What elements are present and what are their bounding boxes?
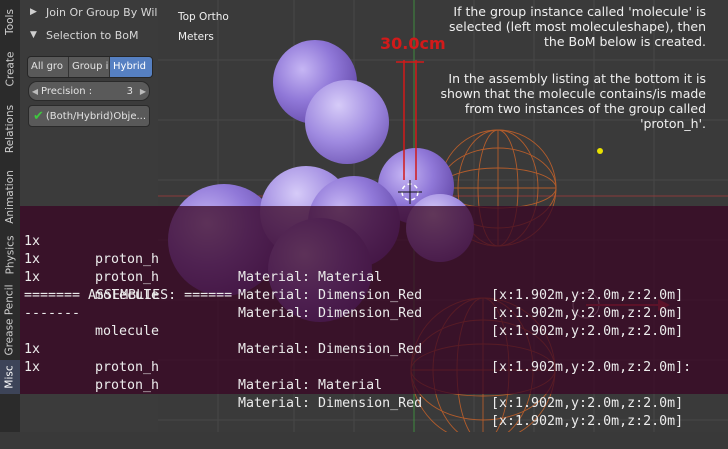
bom-row: 1x proton_h Material: Dimension_Red [x:1… (24, 233, 683, 321)
note-line: In the assembly listing at the bottom it… (448, 71, 706, 86)
bom-row: 1x proton_h Material: Material [x:1.902m… (24, 215, 683, 303)
tab-label: Create (4, 51, 17, 87)
bom-dims: [x:1.902m,y:2.0m,z:2.0m] (491, 396, 684, 411)
checkmark-icon: ✔ (33, 108, 44, 124)
note-line: 'proton_h'. (640, 116, 706, 131)
section-selection-bom[interactable]: ▼ Selection to BoM (20, 24, 158, 46)
collapse-arrow-icon: ▼ (30, 30, 37, 40)
bom-qty: 1x (24, 360, 41, 375)
bom-name: proton_h (95, 270, 160, 285)
bom-dims: [x:1.902m,y:2.0m,z:2.0m] (491, 306, 684, 321)
bom-dims: [x:1.902m,y:2.0m,z:2.0m] (491, 414, 684, 429)
tab-physics[interactable]: Physics (0, 230, 20, 280)
bom-dims: [x:1.902m,y:2.0m,z:2.0m] (491, 324, 684, 339)
mode-hybrid-button[interactable]: Hybrid (110, 57, 152, 77)
bom-separator: ------- (24, 287, 80, 321)
mode-all-groups-button[interactable]: All gro (28, 57, 69, 77)
bom-assemblies-header: ======= ASSEMBLIES: ====== (24, 269, 232, 303)
bom-dims: [x:1.902m,y:2.0m,z:2.0m]: (491, 360, 692, 375)
note-line: shown that the molecule contains/is made (440, 86, 706, 101)
tab-animation[interactable]: Animation (0, 164, 20, 230)
tab-relations[interactable]: Relations (0, 94, 20, 164)
section-join-group[interactable]: ▶ Join Or Group By Wil (20, 1, 158, 23)
bom-objects-label: (Both/Hybrid)Obje... (45, 110, 147, 122)
bom-row: 1x proton_h Material: Dimension_Red [x:1… (24, 341, 683, 429)
tab-grease-pencil[interactable]: Grease Pencil (0, 280, 20, 360)
lamp-icon[interactable] (597, 148, 603, 154)
dimension-label: 30.0cm (380, 34, 446, 53)
bom-mode-selector: All gro Group i Hybrid (27, 56, 153, 78)
bom-output-overlay: 1x proton_h Material: Material [x:1.902m… (20, 206, 728, 429)
bom-material: Material: Dimension_Red (238, 306, 423, 321)
bom-row: 1x proton_h Material: Material [x:1.902m… (24, 323, 683, 411)
bom-material: Material: Dimension_Red (238, 396, 423, 411)
note-line: from two instances of the group called (464, 101, 706, 116)
increment-arrow-icon[interactable]: ▶ (137, 87, 149, 96)
note-line: If the group instance called 'molecule' … (453, 4, 706, 19)
tab-misc[interactable]: Misc (0, 360, 20, 394)
note-line: the BoM below is created. (544, 34, 706, 49)
tab-create[interactable]: Create (0, 44, 20, 94)
tab-label: Physics (4, 235, 16, 275)
bom-material: Material: Dimension_Red (238, 288, 423, 303)
tab-label: Animation (4, 170, 16, 224)
decrement-arrow-icon[interactable]: ◀ (29, 87, 41, 96)
section-title: Selection to BoM (46, 28, 139, 42)
bom-name: proton_h (95, 252, 160, 267)
bom-row: 1x molecule Material: Dimension_Red [x:1… (24, 251, 683, 339)
section-title: Join Or Group By Wil (46, 5, 158, 19)
note-line: selected (left most moleculeshape), then (449, 19, 706, 34)
precision-field[interactable]: ◀ Precision : 3 ▶ (28, 81, 150, 101)
proton-sphere[interactable] (305, 80, 389, 164)
bom-objects-button[interactable]: ✔ (Both/Hybrid)Obje... (28, 105, 150, 127)
view-name-label: Top Ortho (178, 11, 229, 23)
tool-shelf-tabs: Tools Create Relations Animation Physics… (0, 0, 20, 432)
mode-group-instance-button[interactable]: Group i (69, 57, 110, 77)
tab-tools[interactable]: Tools (0, 0, 20, 44)
bom-row: molecule Material: Dimension_Red [x:1.90… (24, 305, 691, 375)
bom-material: Material: Material (238, 378, 383, 393)
bom-dims: [x:1.902m,y:2.0m,z:2.0m] (491, 288, 684, 303)
precision-value: 3 (126, 85, 133, 97)
units-label: Meters (178, 31, 214, 43)
bom-material: Material: Material (238, 270, 383, 285)
tab-label: Misc (4, 365, 17, 389)
bom-material: Material: Dimension_Red (238, 342, 423, 357)
tab-label: Relations (4, 104, 17, 154)
bom-name: molecule (95, 324, 160, 339)
tab-label: Tools (4, 9, 16, 35)
bom-name: proton_h (95, 360, 160, 375)
expand-arrow-icon: ▶ (30, 7, 37, 17)
precision-label: Precision : (41, 85, 93, 97)
bom-name: proton_h (95, 378, 160, 393)
tab-label: Grease Pencil (4, 284, 17, 356)
